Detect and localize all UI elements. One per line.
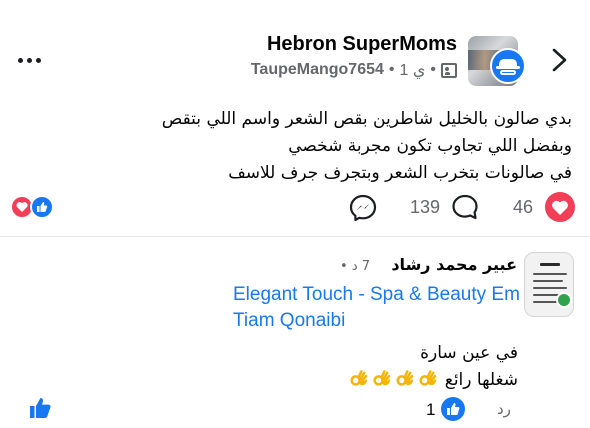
meta-separator: • bbox=[430, 61, 436, 78]
chevron-right-icon[interactable] bbox=[548, 47, 570, 73]
online-status-indicator bbox=[556, 292, 572, 308]
messenger-share-icon[interactable] bbox=[348, 193, 378, 223]
dot bbox=[36, 57, 41, 63]
comment-bubble-icon[interactable] bbox=[450, 192, 480, 222]
ok-hand-emoji-icon bbox=[396, 370, 414, 386]
meta-separator: • bbox=[340, 259, 348, 274]
comment-time: 7 د • bbox=[340, 259, 370, 274]
comment-like-count[interactable]: 1 bbox=[426, 400, 435, 420]
post-time[interactable]: 1 ي bbox=[400, 60, 426, 80]
love-reaction-button-icon[interactable] bbox=[545, 192, 575, 222]
comment-body: في عين سارة شغلها رائع bbox=[347, 340, 518, 394]
comment-author[interactable]: عبير محمد رشاد bbox=[391, 255, 517, 274]
post-line: بدي صالون بالخليل شاطرين بقص الشعر واسم … bbox=[161, 109, 572, 129]
like-thumb-icon[interactable] bbox=[28, 395, 54, 421]
post-author[interactable]: TaupeMango7654 bbox=[251, 61, 384, 79]
divider bbox=[0, 236, 590, 237]
ok-hand-emoji-icon bbox=[419, 370, 437, 386]
more-options-button[interactable] bbox=[18, 50, 48, 70]
meta-separator: • bbox=[388, 61, 395, 78]
comment-line: في عين سارة bbox=[420, 343, 518, 363]
anonymous-avatar-icon bbox=[490, 48, 526, 84]
reply-button[interactable]: رد bbox=[497, 400, 511, 418]
reaction-count[interactable]: 46 bbox=[513, 197, 533, 218]
post-line: وبفضل اللي تجاوب تكون مجربة شخصي bbox=[288, 136, 572, 156]
comment-line-2: شغلها رائع bbox=[347, 367, 518, 394]
ok-hand-emoji-icon bbox=[373, 370, 391, 386]
group-name[interactable]: Hebron SuperMoms bbox=[267, 33, 457, 56]
dot bbox=[18, 57, 23, 63]
post-body: بدي صالون بالخليل شاطرين بقص الشعر واسم … bbox=[12, 106, 572, 187]
comment-time-value: 7 د bbox=[351, 259, 371, 274]
post-meta: TaupeMango7654 • 1 ي • bbox=[251, 60, 457, 80]
comment-line: شغلها رائع bbox=[444, 370, 518, 390]
comment-count[interactable]: 139 bbox=[410, 197, 440, 218]
page-mention-link[interactable]: Elegant Touch - Spa & Beauty Em Tiam Qon… bbox=[233, 282, 523, 334]
ok-hand-emoji-group bbox=[347, 370, 439, 390]
like-reaction-icon bbox=[441, 397, 465, 421]
post-line: في صالونات بتخرب الشعر وبتجرف جرف للاسف bbox=[228, 163, 572, 183]
group-privacy-icon bbox=[441, 62, 457, 78]
reaction-summary[interactable] bbox=[10, 195, 60, 219]
ok-hand-emoji-icon bbox=[350, 370, 368, 386]
like-reaction-icon bbox=[30, 195, 54, 219]
dot bbox=[27, 57, 32, 63]
